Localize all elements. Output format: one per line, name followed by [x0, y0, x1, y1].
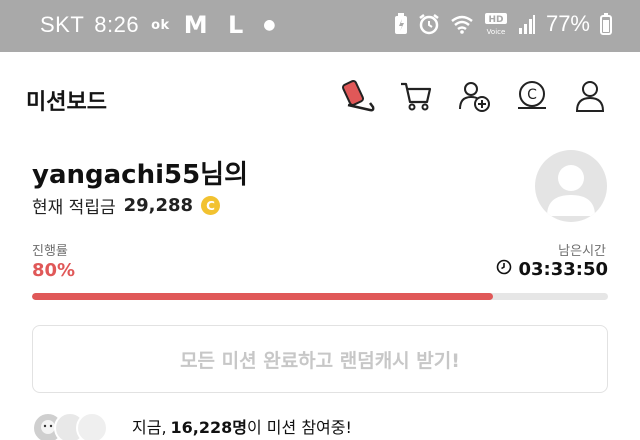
coin-icon: C	[201, 196, 221, 215]
participants-text: 지금, 16,228명 이 미션 참여중!	[132, 414, 352, 438]
cash-coin-icon[interactable]: C	[514, 78, 550, 114]
network-badge: ok	[151, 17, 170, 33]
remaining-time-value: 03:33:50	[518, 259, 608, 280]
avatar[interactable]	[535, 150, 607, 222]
clock-time: 8:26	[94, 12, 140, 37]
profile-icon[interactable]	[572, 78, 608, 114]
wifi-icon	[450, 14, 474, 34]
remaining-time-label: 남은시간	[558, 244, 606, 259]
participants-count: 16,228명	[170, 418, 247, 437]
app-header: 미션보드 C	[0, 52, 640, 140]
points-row: 현재 적립금 29,288 C	[32, 193, 221, 218]
clock-icon	[496, 259, 512, 280]
participants-row: 지금, 16,228명 이 미션 참여중!	[32, 410, 352, 440]
signal-icon	[518, 14, 536, 34]
remaining-time-row: 03:33:50	[496, 259, 608, 280]
alarm-icon	[418, 13, 440, 35]
reward-button-label: 모든 미션 완료하고 랜덤캐시 받기!	[180, 349, 460, 372]
header-actions: C	[340, 78, 608, 114]
status-bar-left: SKT 8:26 ok M L ●	[40, 11, 276, 39]
status-bar-right: HD Voice 77%	[394, 11, 612, 37]
participant-avatar	[76, 412, 108, 440]
svg-text:Voice: Voice	[487, 28, 506, 36]
participant-avatars	[32, 410, 128, 440]
status-bar: SKT 8:26 ok M L ● HD Voice 77%	[0, 0, 640, 52]
progress-label: 진행률	[32, 244, 68, 259]
progress-bar-fill	[32, 293, 493, 300]
points-label: 현재 적립금	[32, 198, 116, 218]
random-cash-reward-button[interactable]: 모든 미션 완료하고 랜덤캐시 받기!	[32, 325, 608, 393]
battery-percent: 77%	[545, 11, 590, 36]
participants-prefix: 지금,	[132, 418, 167, 437]
username-heading: yangachi55님의	[32, 160, 249, 190]
svg-text:C: C	[527, 87, 537, 103]
sneaker-icon[interactable]	[340, 78, 376, 114]
points-value: 29,288	[123, 195, 194, 216]
svg-text:HD: HD	[488, 15, 503, 25]
cart-icon[interactable]	[398, 78, 434, 114]
participants-suffix: 이 미션 참여중!	[247, 418, 352, 437]
add-user-icon[interactable]	[456, 78, 492, 114]
page-title: 미션보드	[26, 90, 107, 115]
progress-value: 80%	[32, 260, 76, 281]
progress-bar	[32, 293, 608, 300]
network-letters: M L	[183, 11, 250, 39]
carrier-label: SKT	[40, 12, 85, 37]
hd-voice-icon: HD Voice	[484, 12, 508, 36]
battery-icon	[600, 13, 612, 35]
notification-dot-icon: ●	[263, 17, 276, 33]
battery-saver-icon	[394, 13, 408, 35]
